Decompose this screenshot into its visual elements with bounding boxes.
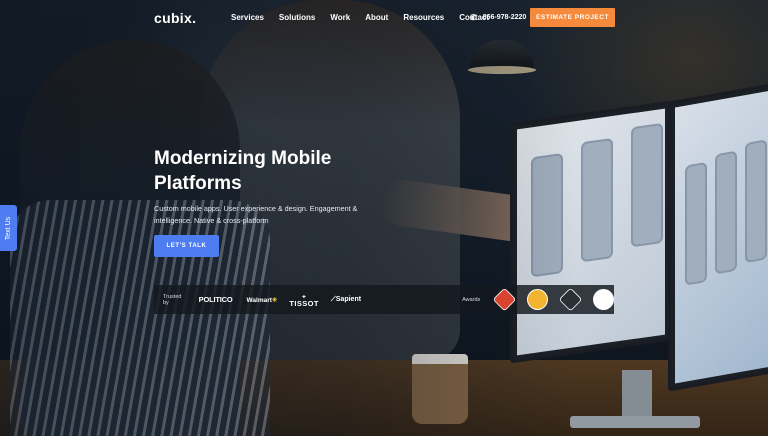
- award-badge-icon: [558, 287, 583, 312]
- nav-link-services[interactable]: Services: [231, 13, 264, 22]
- phone-icon: ✆: [470, 13, 477, 22]
- walmart-spark-icon: ✳: [271, 296, 278, 304]
- brand-logo-tissot: ✚ TISSOT: [289, 293, 319, 307]
- text-us-tab[interactable]: Text Us: [0, 205, 17, 251]
- brand-logo-sapient: ⟋Sapient: [331, 296, 361, 304]
- awards-label: Awards: [462, 296, 481, 303]
- trusted-by-bar: Trusted by POLITICO Walmart✳ ✚ TISSOT ⟋S…: [154, 285, 614, 314]
- phone-number: 866-978-2220: [482, 14, 527, 21]
- nav-link-work[interactable]: Work: [330, 13, 350, 22]
- brand-logo-politico: POLITICO: [198, 295, 233, 304]
- brand-logo-tissot-text: TISSOT: [289, 298, 319, 308]
- brand-logo-walmart: Walmart✳: [247, 296, 278, 304]
- hero-overlay: [0, 0, 768, 436]
- hero-subtext: Custom mobile apps. User experience & de…: [154, 204, 358, 225]
- text-us-label: Text Us: [5, 216, 12, 240]
- award-badge-icon: [527, 289, 549, 310]
- brand-logo-walmart-text: Walmart: [246, 296, 272, 304]
- hero-headline: Modernizing Mobile Platforms: [154, 148, 332, 194]
- brand-logo-sapient-text: Sapient: [335, 295, 362, 303]
- phone-link[interactable]: ✆ 866-978-2220: [470, 13, 526, 22]
- hero-background-photo: [0, 0, 768, 436]
- nav-link-resources[interactable]: Resources: [403, 13, 444, 22]
- nav-links: Services Solutions Work About Resources …: [231, 13, 504, 22]
- nav-link-solutions[interactable]: Solutions: [279, 13, 315, 22]
- estimate-project-button[interactable]: ESTIMATE PROJECT: [530, 8, 615, 27]
- lets-talk-button[interactable]: LET'S TALK: [154, 235, 219, 257]
- top-navigation: cubix. Services Solutions Work About Res…: [0, 0, 768, 36]
- logo[interactable]: cubix.: [154, 10, 196, 26]
- trusted-by-label: Trusted by: [163, 293, 182, 306]
- award-badge-icon: [492, 287, 517, 312]
- nav-link-about[interactable]: About: [365, 13, 388, 22]
- award-badge-icon: [593, 289, 614, 310]
